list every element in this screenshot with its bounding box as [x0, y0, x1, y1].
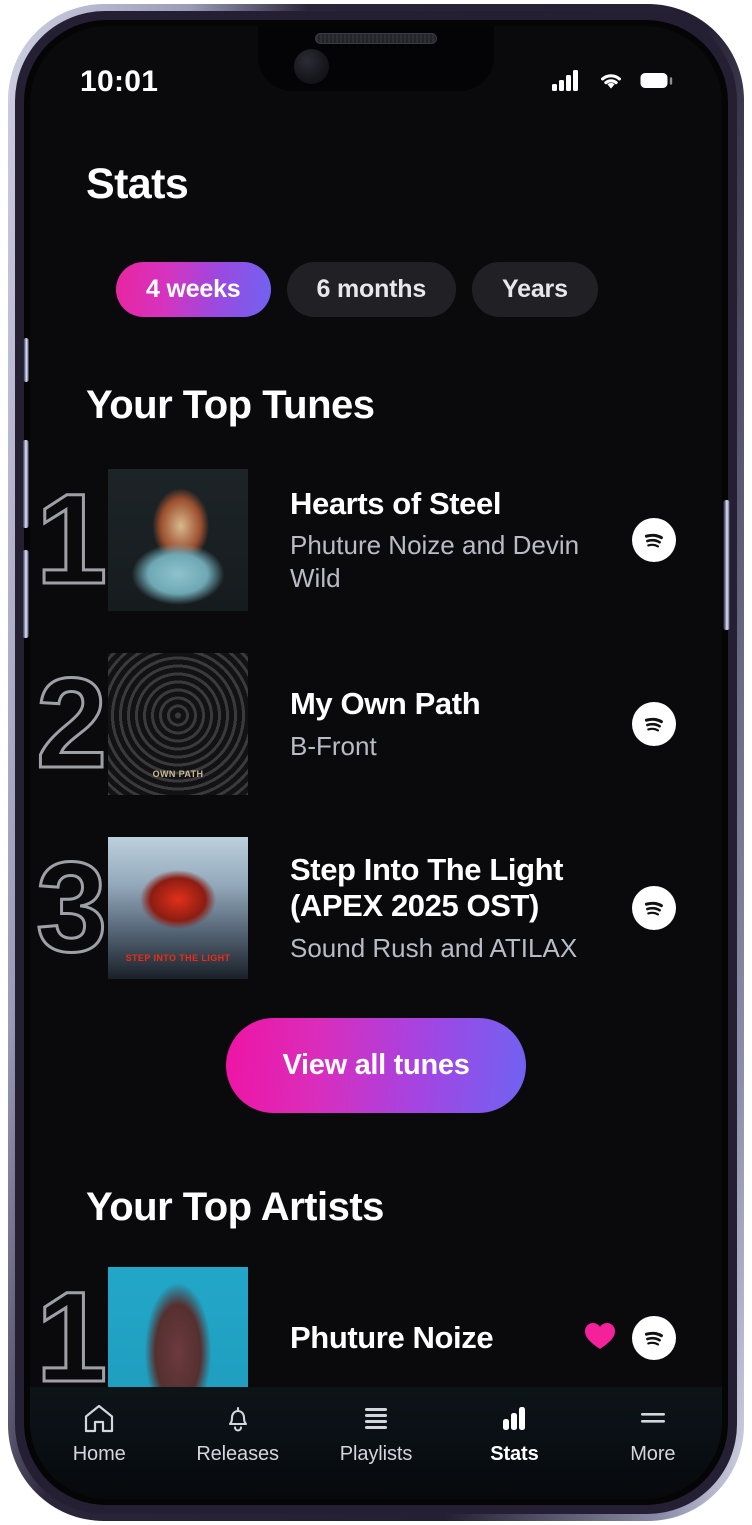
nav-label: Playlists: [339, 1443, 413, 1465]
view-all-tunes-wrap: View all tunes: [30, 1018, 722, 1113]
status-icons: [552, 69, 674, 96]
top-tunes-heading: Your Top Tunes: [86, 383, 375, 427]
step-into-the-light-artwork: STEP INTO THE LIGHT: [108, 837, 248, 979]
track-row[interactable]: 2 OWN PATH My Own Path B-Front: [30, 650, 722, 798]
range-filter-years[interactable]: Years: [472, 262, 598, 317]
bottom-nav: Home Releases Playlists Stats More: [30, 1387, 722, 1499]
signal-bars-icon: [552, 69, 582, 96]
nav-label: Stats: [490, 1443, 539, 1465]
artist-rank-number: 1: [34, 1266, 108, 1409]
nav-item-home[interactable]: Home: [30, 1401, 168, 1466]
bell-icon: [222, 1401, 254, 1435]
nav-label: Home: [72, 1443, 126, 1465]
track-service-slot: [626, 886, 682, 930]
spotify-icon[interactable]: [632, 518, 676, 562]
artist-service-slot: [626, 1316, 682, 1360]
hearts-of-steel-artwork: [108, 469, 248, 611]
nav-item-stats[interactable]: Stats: [445, 1401, 583, 1466]
nav-label: Releases: [196, 1443, 279, 1465]
bar-chart-icon: [499, 1401, 529, 1435]
nav-item-more[interactable]: More: [584, 1401, 722, 1466]
range-filter-group: 4 weeks 6 months Years: [30, 209, 722, 317]
nav-item-playlists[interactable]: Playlists: [307, 1401, 445, 1466]
power-button[interactable]: [723, 500, 730, 630]
phone-screen: 10:01 Stats 4 weeks 6 months Years Your …: [30, 26, 722, 1499]
device-bezel: 10:01 Stats 4 weeks 6 months Years Your …: [22, 20, 730, 1505]
notch: [258, 26, 494, 91]
track-title: Step Into The Light (APEX 2025 OST): [290, 851, 564, 924]
track-info: Step Into The Light (APEX 2025 OST) Soun…: [248, 852, 626, 965]
track-info: Hearts of Steel Phuture Noize and Devin …: [248, 486, 626, 595]
page-title: Stats: [86, 160, 189, 208]
range-filter-6-months[interactable]: 6 months: [286, 262, 457, 317]
device-frame: 10:01 Stats 4 weeks 6 months Years Your …: [8, 4, 744, 1521]
artist-name: Phuture Noize: [290, 1320, 494, 1355]
track-rank-number: 1: [34, 468, 108, 611]
nav-item-releases[interactable]: Releases: [168, 1401, 306, 1466]
speaker-grille-icon: [315, 33, 437, 44]
artist-info: Phuture Noize: [248, 1320, 574, 1356]
track-service-slot: [626, 518, 682, 562]
track-row[interactable]: 1 Hearts of Steel Phuture Noize and Devi…: [30, 466, 722, 614]
my-own-path-artwork: OWN PATH: [108, 653, 248, 795]
track-title: Hearts of Steel: [290, 485, 502, 521]
volume-up-button[interactable]: [22, 440, 29, 528]
heart-icon[interactable]: [583, 1321, 617, 1356]
spotify-icon[interactable]: [632, 1316, 676, 1360]
nav-label: More: [630, 1443, 676, 1465]
favorite-slot: [574, 1321, 626, 1356]
range-filter-4-weeks[interactable]: 4 weeks: [116, 262, 271, 317]
spotify-icon[interactable]: [632, 702, 676, 746]
track-title: My Own Path: [290, 685, 481, 721]
track-service-slot: [626, 702, 682, 746]
hamburger-icon: [637, 1401, 669, 1435]
home-icon: [82, 1401, 116, 1435]
spotify-icon[interactable]: [632, 886, 676, 930]
front-camera-icon: [294, 49, 329, 84]
track-rank-number: 3: [34, 836, 108, 979]
stats-page-content: Stats 4 weeks 6 months Years Your Top Tu…: [30, 26, 722, 1499]
track-row[interactable]: 3 STEP INTO THE LIGHT Step Into The Ligh…: [30, 834, 722, 982]
device-body: 10:01 Stats 4 weeks 6 months Years Your …: [15, 11, 737, 1514]
track-info: My Own Path B-Front: [248, 686, 626, 762]
artwork-caption: OWN PATH: [152, 768, 204, 779]
silent-switch-button[interactable]: [23, 338, 29, 382]
track-artist: Sound Rush and ATILAX: [290, 932, 578, 963]
status-time: 10:01: [80, 65, 159, 98]
track-artist: B-Front: [290, 730, 377, 761]
track-rank-number: 2: [34, 652, 108, 795]
playlist-lines-icon: [361, 1401, 391, 1435]
wifi-icon: [596, 69, 626, 96]
artwork-caption: STEP INTO THE LIGHT: [125, 952, 231, 963]
view-all-tunes-button[interactable]: View all tunes: [226, 1018, 526, 1113]
top-artists-heading: Your Top Artists: [86, 1185, 384, 1229]
top-tunes-list: 1 Hearts of Steel Phuture Noize and Devi…: [30, 466, 722, 982]
battery-icon: [640, 69, 674, 96]
track-artist: Phuture Noize and Devin Wild: [290, 530, 580, 593]
volume-down-button[interactable]: [22, 550, 29, 638]
